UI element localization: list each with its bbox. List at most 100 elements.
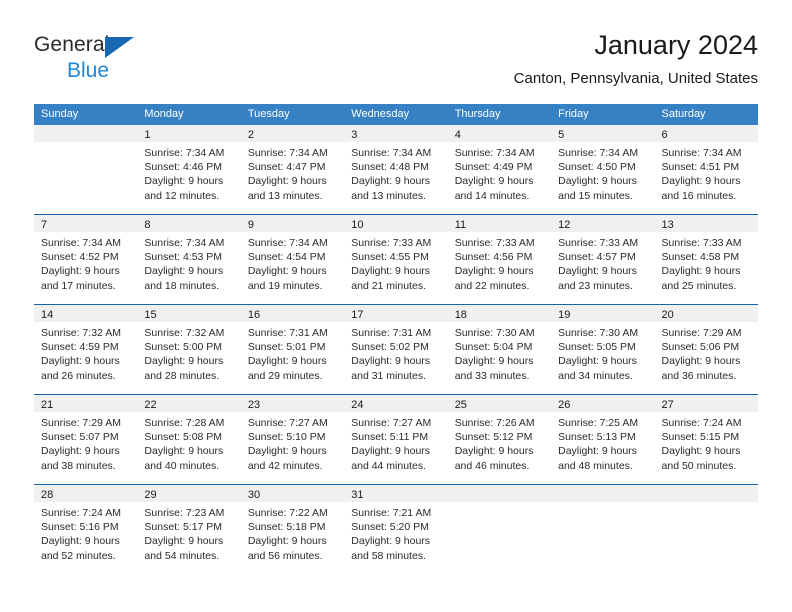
day-number: 31 <box>351 489 364 501</box>
day-details: Sunrise: 7:34 AM Sunset: 4:46 PM Daylight:… <box>137 142 240 203</box>
sunset-text: Sunset: 4:47 PM <box>247 161 326 174</box>
general-blue-logo[interactable]: General Blue <box>34 32 214 88</box>
calendar-day-cell[interactable]: 29 Sunrise: 7:23 AM Sunset: 5:17 PM Dayligh… <box>137 485 241 574</box>
calendar-day-cell[interactable]: 3 Sunrise: 7:34 AM Sunset: 4:48 PM Daylight… <box>344 125 448 214</box>
sunset-text: Sunset: 5:13 PM <box>558 431 636 444</box>
day-number-band <box>551 485 655 502</box>
calendar-day-cell[interactable]: 21 Sunrise: 7:29 AM Sunset: 5:07 PM Dayligh… <box>34 395 138 484</box>
day-number-band: 30 <box>240 485 345 502</box>
daylight-text-line1: Daylight: 9 hours <box>454 445 534 458</box>
sunrise-text: Sunrise: 7:30 AM <box>454 327 535 339</box>
calendar-day-cell[interactable]: 13 Sunrise: 7:33 AM Sunset: 4:58 PM Dayligh… <box>654 215 758 304</box>
sunset-text: Sunset: 4:58 PM <box>661 251 740 264</box>
sunset-text: Sunset: 5:17 PM <box>144 521 223 534</box>
sunrise-text: Sunrise: 7:33 AM <box>558 237 639 249</box>
daylight-text-line1: Daylight: 9 hours <box>144 265 224 278</box>
sunset-text: Sunset: 4:59 PM <box>41 341 119 354</box>
calendar-day-cell[interactable]: 10 Sunrise: 7:33 AM Sunset: 4:55 PM Dayligh… <box>344 215 448 304</box>
daylight-text-line1: Daylight: 9 hours <box>558 355 637 368</box>
daylight-text-line1: Daylight: 9 hours <box>351 265 431 278</box>
calendar-day-cell[interactable]: 12 Sunrise: 7:33 AM Sunset: 4:57 PM Dayligh… <box>551 215 655 304</box>
calendar-day-cell[interactable]: 8 Sunrise: 7:34 AM Sunset: 4:53 PM Daylight… <box>137 215 241 304</box>
calendar-grid: Sunday Monday Tuesday Wednesday Thursday… <box>34 104 758 574</box>
day-details: Sunrise: 7:33 AM Sunset: 4:57 PM Daylight:… <box>551 232 654 293</box>
calendar-day-cell[interactable]: 4 Sunrise: 7:34 AM Sunset: 4:49 PM Daylight… <box>447 125 552 214</box>
calendar-day-cell[interactable]: 22 Sunrise: 7:28 AM Sunset: 5:08 PM Dayligh… <box>137 395 241 484</box>
sunset-text: Sunset: 5:15 PM <box>661 431 740 444</box>
daylight-text-line2: and 31 minutes. <box>351 369 426 382</box>
day-details: Sunrise: 7:34 AM Sunset: 4:48 PM Daylight:… <box>344 142 447 203</box>
weekday-header-thursday: Thursday <box>454 108 501 120</box>
day-details: Sunrise: 7:27 AM Sunset: 5:11 PM Daylight:… <box>344 412 447 473</box>
day-number: 13 <box>661 219 674 231</box>
logo-triangle-icon <box>105 37 134 58</box>
daylight-text-line1: Daylight: 9 hours <box>41 535 120 548</box>
sunrise-text: Sunrise: 7:34 AM <box>247 237 328 249</box>
calendar-day-cell[interactable]: 23 Sunrise: 7:27 AM Sunset: 5:10 PM Dayligh… <box>240 395 345 484</box>
sunrise-text: Sunrise: 7:33 AM <box>661 237 742 249</box>
calendar-day-cell[interactable]: 27 Sunrise: 7:24 AM Sunset: 5:15 PM Dayligh… <box>654 395 758 484</box>
calendar-day-cell[interactable]: 18 Sunrise: 7:30 AM Sunset: 5:04 PM Dayligh… <box>447 305 552 394</box>
sunrise-text: Sunrise: 7:34 AM <box>144 237 225 249</box>
day-number-band: 22 <box>137 395 241 412</box>
calendar-day-cell[interactable]: 28 Sunrise: 7:24 AM Sunset: 5:16 PM Dayligh… <box>34 485 138 574</box>
logo-general-text: General <box>34 33 110 56</box>
daylight-text-line2: and 22 minutes. <box>454 279 530 292</box>
day-number: 17 <box>351 309 364 321</box>
daylight-text-line1: Daylight: 9 hours <box>41 445 120 458</box>
sunset-text: Sunset: 5:01 PM <box>247 341 326 354</box>
daylight-text-line2: and 44 minutes. <box>351 459 426 472</box>
day-details: Sunrise: 7:34 AM Sunset: 4:50 PM Daylight:… <box>551 142 654 203</box>
calendar-day-cell[interactable]: 25 Sunrise: 7:26 AM Sunset: 5:12 PM Dayligh… <box>447 395 552 484</box>
sunrise-text: Sunrise: 7:28 AM <box>144 417 225 429</box>
daylight-text-line1: Daylight: 9 hours <box>661 265 741 278</box>
day-number-band: 11 <box>447 215 552 232</box>
calendar-day-cell[interactable]: 11 Sunrise: 7:33 AM Sunset: 4:56 PM Dayligh… <box>447 215 552 304</box>
calendar-day-cell[interactable]: 19 Sunrise: 7:30 AM Sunset: 5:05 PM Dayligh… <box>551 305 655 394</box>
calendar-day-cell[interactable]: 7 Sunrise: 7:34 AM Sunset: 4:52 PM Daylight… <box>34 215 138 304</box>
day-details: Sunrise: 7:26 AM Sunset: 5:12 PM Daylight:… <box>448 412 551 473</box>
day-details: Sunrise: 7:33 AM Sunset: 4:56 PM Daylight:… <box>448 232 551 293</box>
calendar-day-cell[interactable]: 17 Sunrise: 7:31 AM Sunset: 5:02 PM Dayligh… <box>344 305 448 394</box>
day-number: 15 <box>144 309 157 321</box>
calendar-day-cell[interactable]: 16 Sunrise: 7:31 AM Sunset: 5:01 PM Dayligh… <box>240 305 345 394</box>
page-header: General Blue January 2024 Canton, Pennsy… <box>34 28 758 96</box>
sunset-text: Sunset: 5:20 PM <box>351 521 429 534</box>
logo-blue-text: Blue <box>67 59 110 82</box>
day-number-band: 29 <box>137 485 241 502</box>
daylight-text-line2: and 19 minutes. <box>247 279 323 292</box>
page-title: January 2024 <box>594 30 758 60</box>
calendar-day-cell[interactable]: 15 Sunrise: 7:32 AM Sunset: 5:00 PM Dayligh… <box>137 305 241 394</box>
sunrise-text: Sunrise: 7:27 AM <box>351 417 432 429</box>
day-details: Sunrise: 7:30 AM Sunset: 5:04 PM Daylight:… <box>448 322 551 383</box>
day-number-band: 1 <box>137 125 241 142</box>
daylight-text-line2: and 13 minutes. <box>247 189 323 202</box>
calendar-day-cell[interactable]: 14 Sunrise: 7:32 AM Sunset: 4:59 PM Dayligh… <box>34 305 138 394</box>
day-number: 3 <box>351 129 358 141</box>
calendar-day-cell[interactable]: 30 Sunrise: 7:22 AM Sunset: 5:18 PM Dayligh… <box>240 485 345 574</box>
calendar-day-cell[interactable]: 5 Sunrise: 7:34 AM Sunset: 4:50 PM Daylight… <box>551 125 655 214</box>
calendar-day-cell[interactable]: 26 Sunrise: 7:25 AM Sunset: 5:13 PM Dayligh… <box>551 395 655 484</box>
sunset-text: Sunset: 4:53 PM <box>144 251 223 264</box>
calendar-day-cell[interactable]: 9 Sunrise: 7:34 AM Sunset: 4:54 PM Daylight… <box>240 215 345 304</box>
daylight-text-line2: and 18 minutes. <box>144 279 220 292</box>
calendar-day-cell[interactable]: 31 Sunrise: 7:21 AM Sunset: 5:20 PM Dayligh… <box>344 485 448 574</box>
calendar-day-cell[interactable]: 24 Sunrise: 7:27 AM Sunset: 5:11 PM Dayligh… <box>344 395 448 484</box>
day-number-band: 27 <box>654 395 758 412</box>
day-details: Sunrise: 7:23 AM Sunset: 5:17 PM Daylight:… <box>137 502 240 563</box>
daylight-text-line2: and 50 minutes. <box>661 459 737 472</box>
sunrise-text: Sunrise: 7:23 AM <box>144 507 225 519</box>
weekday-header-sunday: Sunday <box>41 108 79 120</box>
calendar-day-cell[interactable]: 20 Sunrise: 7:29 AM Sunset: 5:06 PM Dayligh… <box>654 305 758 394</box>
sunset-text: Sunset: 4:51 PM <box>661 161 740 174</box>
calendar-day-cell[interactable]: 6 Sunrise: 7:34 AM Sunset: 4:51 PM Daylight… <box>654 125 758 214</box>
sunrise-text: Sunrise: 7:27 AM <box>247 417 328 429</box>
sunset-text: Sunset: 4:50 PM <box>558 161 636 174</box>
daylight-text-line1: Daylight: 9 hours <box>41 265 120 278</box>
sunrise-text: Sunrise: 7:24 AM <box>661 417 742 429</box>
day-number-band: 5 <box>551 125 655 142</box>
sunset-text: Sunset: 5:07 PM <box>41 431 119 444</box>
calendar-day-cell[interactable]: 2 Sunrise: 7:34 AM Sunset: 4:47 PM Daylight… <box>240 125 345 214</box>
weekday-header-row: Sunday Monday Tuesday Wednesday Thursday… <box>34 104 758 125</box>
calendar-day-cell[interactable]: 1 Sunrise: 7:34 AM Sunset: 4:46 PM Daylight… <box>137 125 241 214</box>
